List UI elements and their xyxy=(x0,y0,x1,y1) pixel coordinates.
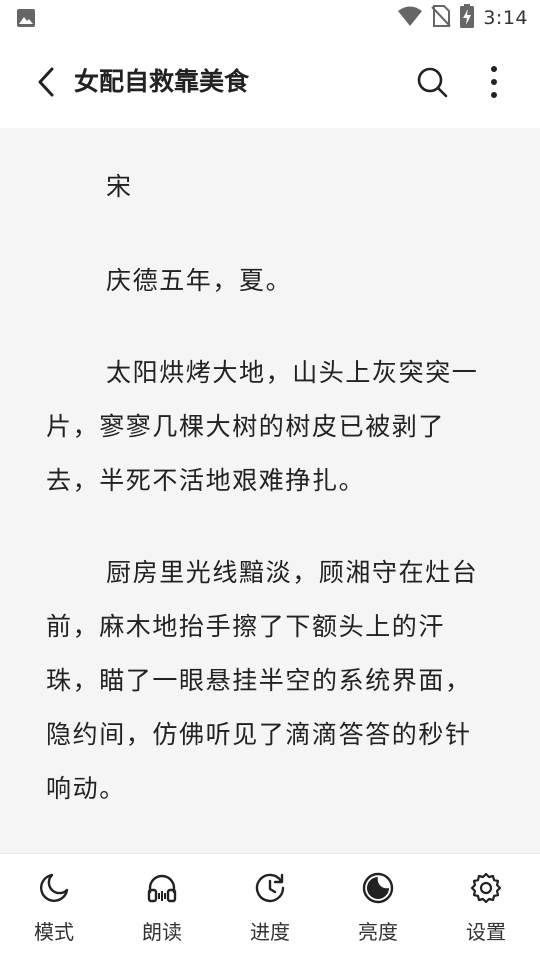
back-button[interactable] xyxy=(28,64,64,100)
tab-label: 进度 xyxy=(250,920,290,944)
no-sim-icon xyxy=(431,4,452,32)
page-title: 女配自救靠美食 xyxy=(74,67,250,96)
tab-label: 朗读 xyxy=(142,920,182,944)
tab-progress[interactable]: 进度 xyxy=(216,854,324,960)
paragraph: 太阳烘烤大地，山头上灰突突一片，寥寥几棵大树的树皮已被剥了去，半死不活地艰难挣扎… xyxy=(46,358,479,495)
image-notification-icon xyxy=(16,8,36,32)
progress-clock-icon xyxy=(252,870,288,906)
moon-icon xyxy=(36,870,72,906)
tab-settings[interactable]: 设置 xyxy=(432,854,540,960)
gear-icon xyxy=(468,870,504,906)
tab-read-aloud[interactable]: 朗读 xyxy=(108,854,216,960)
reader-content[interactable]: 宋 庆德五年，夏。 太阳烘烤大地，山头上灰突突一片，寥寥几棵大树的树皮已被剥了去… xyxy=(0,128,540,853)
paragraph: 庆德五年，夏。 xyxy=(106,266,293,295)
app-bar: 女配自救靠美食 xyxy=(0,36,540,128)
wifi-icon xyxy=(397,5,423,31)
tab-label: 亮度 xyxy=(358,920,398,944)
paragraph: 宋 xyxy=(106,172,133,201)
tab-mode[interactable]: 模式 xyxy=(0,854,108,960)
status-icons: 3:14 xyxy=(397,4,528,32)
chevron-left-icon xyxy=(38,67,54,97)
status-bar: 3:14 xyxy=(0,0,540,36)
tab-brightness[interactable]: 亮度 xyxy=(324,854,432,960)
status-time: 3:14 xyxy=(483,7,528,29)
paragraph: 厨房里光线黯淡，顾湘守在灶台前，麻木地抬手擦了下额头上的汗珠，瞄了一眼悬挂半空的… xyxy=(46,558,479,803)
search-icon xyxy=(417,67,448,98)
more-options-button[interactable] xyxy=(476,62,512,102)
more-vertical-icon xyxy=(491,66,497,98)
search-button[interactable] xyxy=(412,62,452,102)
headphones-icon xyxy=(144,870,180,906)
tab-label: 设置 xyxy=(466,920,506,944)
brightness-icon xyxy=(360,870,396,906)
tab-label: 模式 xyxy=(34,920,74,944)
battery-charging-icon xyxy=(459,4,475,32)
bottom-toolbar: 模式 朗读 进度 亮度 设置 xyxy=(0,853,540,960)
